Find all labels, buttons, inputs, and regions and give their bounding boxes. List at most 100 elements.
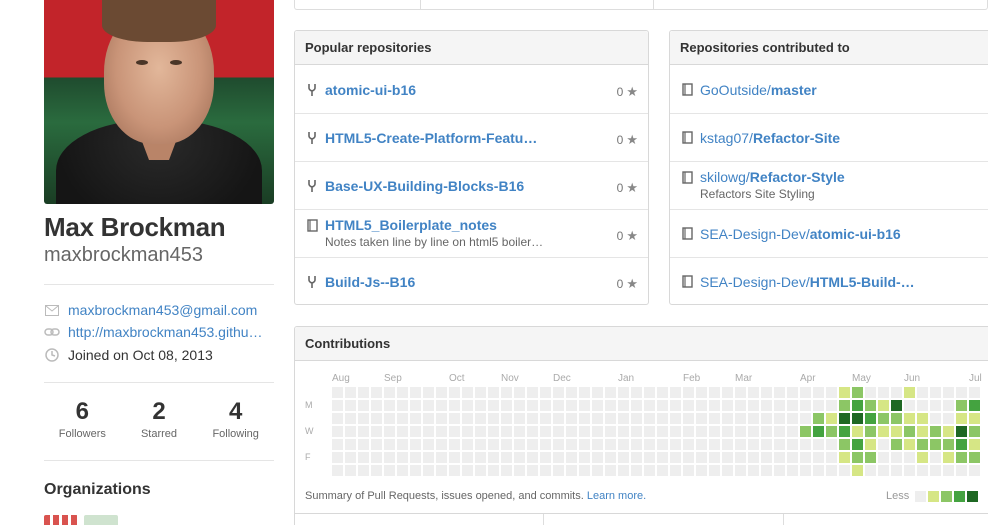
contribution-day-cell[interactable] [514,452,525,463]
contribution-day-cell[interactable] [579,439,590,450]
contribution-day-cell[interactable] [384,452,395,463]
contribution-day-cell[interactable] [891,465,902,476]
contribution-day-cell[interactable] [774,400,785,411]
contribution-day-cell[interactable] [358,439,369,450]
contribution-day-cell[interactable] [644,439,655,450]
contribution-day-cell[interactable] [462,413,473,424]
contribution-day-cell[interactable] [345,452,356,463]
contribution-day-cell[interactable] [826,387,837,398]
contribution-day-cell[interactable] [436,413,447,424]
contribution-day-cell[interactable] [865,452,876,463]
contribution-day-cell[interactable] [826,400,837,411]
contribution-day-cell[interactable] [605,400,616,411]
contribution-day-cell[interactable] [605,439,616,450]
contribution-day-cell[interactable] [813,465,824,476]
contribution-day-cell[interactable] [956,387,967,398]
contribution-day-cell[interactable] [696,426,707,437]
contribution-day-cell[interactable] [670,387,681,398]
contribution-day-cell[interactable] [735,426,746,437]
contribution-day-cell[interactable] [449,400,460,411]
contribution-day-cell[interactable] [969,452,980,463]
contribution-day-cell[interactable] [774,439,785,450]
contribution-day-cell[interactable] [566,439,577,450]
contribution-day-cell[interactable] [800,426,811,437]
contribution-day-cell[interactable] [813,439,824,450]
contribution-day-cell[interactable] [566,400,577,411]
contribution-day-cell[interactable] [878,413,889,424]
contribution-day-cell[interactable] [371,465,382,476]
repo-link[interactable]: Base-UX-Building-Blocks-B16 [325,178,524,194]
profile-website-link[interactable]: http://maxbrockman453.githu… [68,324,263,340]
list-item[interactable]: SEA-Design-Dev/atomic-ui-b16 [670,210,988,258]
list-item[interactable]: Base-UX-Building-Blocks-B16 0 ★ [295,162,648,210]
contribution-day-cell[interactable] [527,413,538,424]
contribution-day-cell[interactable] [631,387,642,398]
contribution-day-cell[interactable] [761,452,772,463]
contribution-day-cell[interactable] [618,387,629,398]
contribution-day-cell[interactable] [787,465,798,476]
contribution-day-cell[interactable] [475,426,486,437]
repo-link[interactable]: GoOutside/master [700,82,817,98]
contribution-day-cell[interactable] [722,452,733,463]
contribution-day-cell[interactable] [371,452,382,463]
contribution-day-cell[interactable] [540,465,551,476]
contribution-day-cell[interactable] [631,400,642,411]
contribution-day-cell[interactable] [605,413,616,424]
contribution-day-cell[interactable] [826,465,837,476]
contribution-day-cell[interactable] [930,413,941,424]
contribution-day-cell[interactable] [904,387,915,398]
contribution-day-cell[interactable] [358,452,369,463]
contribution-day-cell[interactable] [735,465,746,476]
contribution-day-cell[interactable] [436,465,447,476]
contribution-day-cell[interactable] [748,387,759,398]
contribution-day-cell[interactable] [631,452,642,463]
contribution-day-cell[interactable] [709,387,720,398]
contribution-day-cell[interactable] [397,439,408,450]
contribution-day-cell[interactable] [865,439,876,450]
contribution-day-cell[interactable] [709,465,720,476]
contribution-day-cell[interactable] [657,465,668,476]
contribution-day-cell[interactable] [371,439,382,450]
contribution-day-cell[interactable] [917,413,928,424]
contribution-day-cell[interactable] [683,465,694,476]
contribution-day-cell[interactable] [852,387,863,398]
contribution-day-cell[interactable] [345,426,356,437]
contribution-day-cell[interactable] [514,465,525,476]
contribution-day-cell[interactable] [540,387,551,398]
contribution-day-cell[interactable] [878,465,889,476]
contribution-day-cell[interactable] [397,400,408,411]
contribution-day-cell[interactable] [501,413,512,424]
contribution-day-cell[interactable] [527,426,538,437]
contribution-day-cell[interactable] [423,426,434,437]
contribution-day-cell[interactable] [696,387,707,398]
contribution-day-cell[interactable] [449,387,460,398]
contribution-day-cell[interactable] [696,439,707,450]
contribution-day-cell[interactable] [345,400,356,411]
contribution-day-cell[interactable] [761,400,772,411]
contribution-day-cell[interactable] [852,413,863,424]
contribution-day-cell[interactable] [878,426,889,437]
contribution-day-cell[interactable] [683,400,694,411]
contribution-day-cell[interactable] [813,400,824,411]
repo-link[interactable]: SEA-Design-Dev/HTML5-Build-… [700,274,915,290]
contribution-day-cell[interactable] [579,413,590,424]
contribution-day-cell[interactable] [592,426,603,437]
contribution-day-cell[interactable] [527,400,538,411]
contribution-day-cell[interactable] [683,452,694,463]
contribution-day-cell[interactable] [332,400,343,411]
contribution-day-cell[interactable] [436,400,447,411]
contribution-day-cell[interactable] [358,413,369,424]
contribution-day-cell[interactable] [540,400,551,411]
contribution-day-cell[interactable] [891,387,902,398]
contribution-day-cell[interactable] [488,413,499,424]
contribution-day-cell[interactable] [449,426,460,437]
contribution-day-cell[interactable] [605,426,616,437]
contribution-day-cell[interactable] [618,400,629,411]
contribution-day-cell[interactable] [969,439,980,450]
contribution-day-cell[interactable] [449,413,460,424]
contribution-day-cell[interactable] [501,400,512,411]
contribution-day-cell[interactable] [410,439,421,450]
contribution-day-cell[interactable] [644,426,655,437]
contribution-day-cell[interactable] [709,439,720,450]
contribution-day-cell[interactable] [644,387,655,398]
